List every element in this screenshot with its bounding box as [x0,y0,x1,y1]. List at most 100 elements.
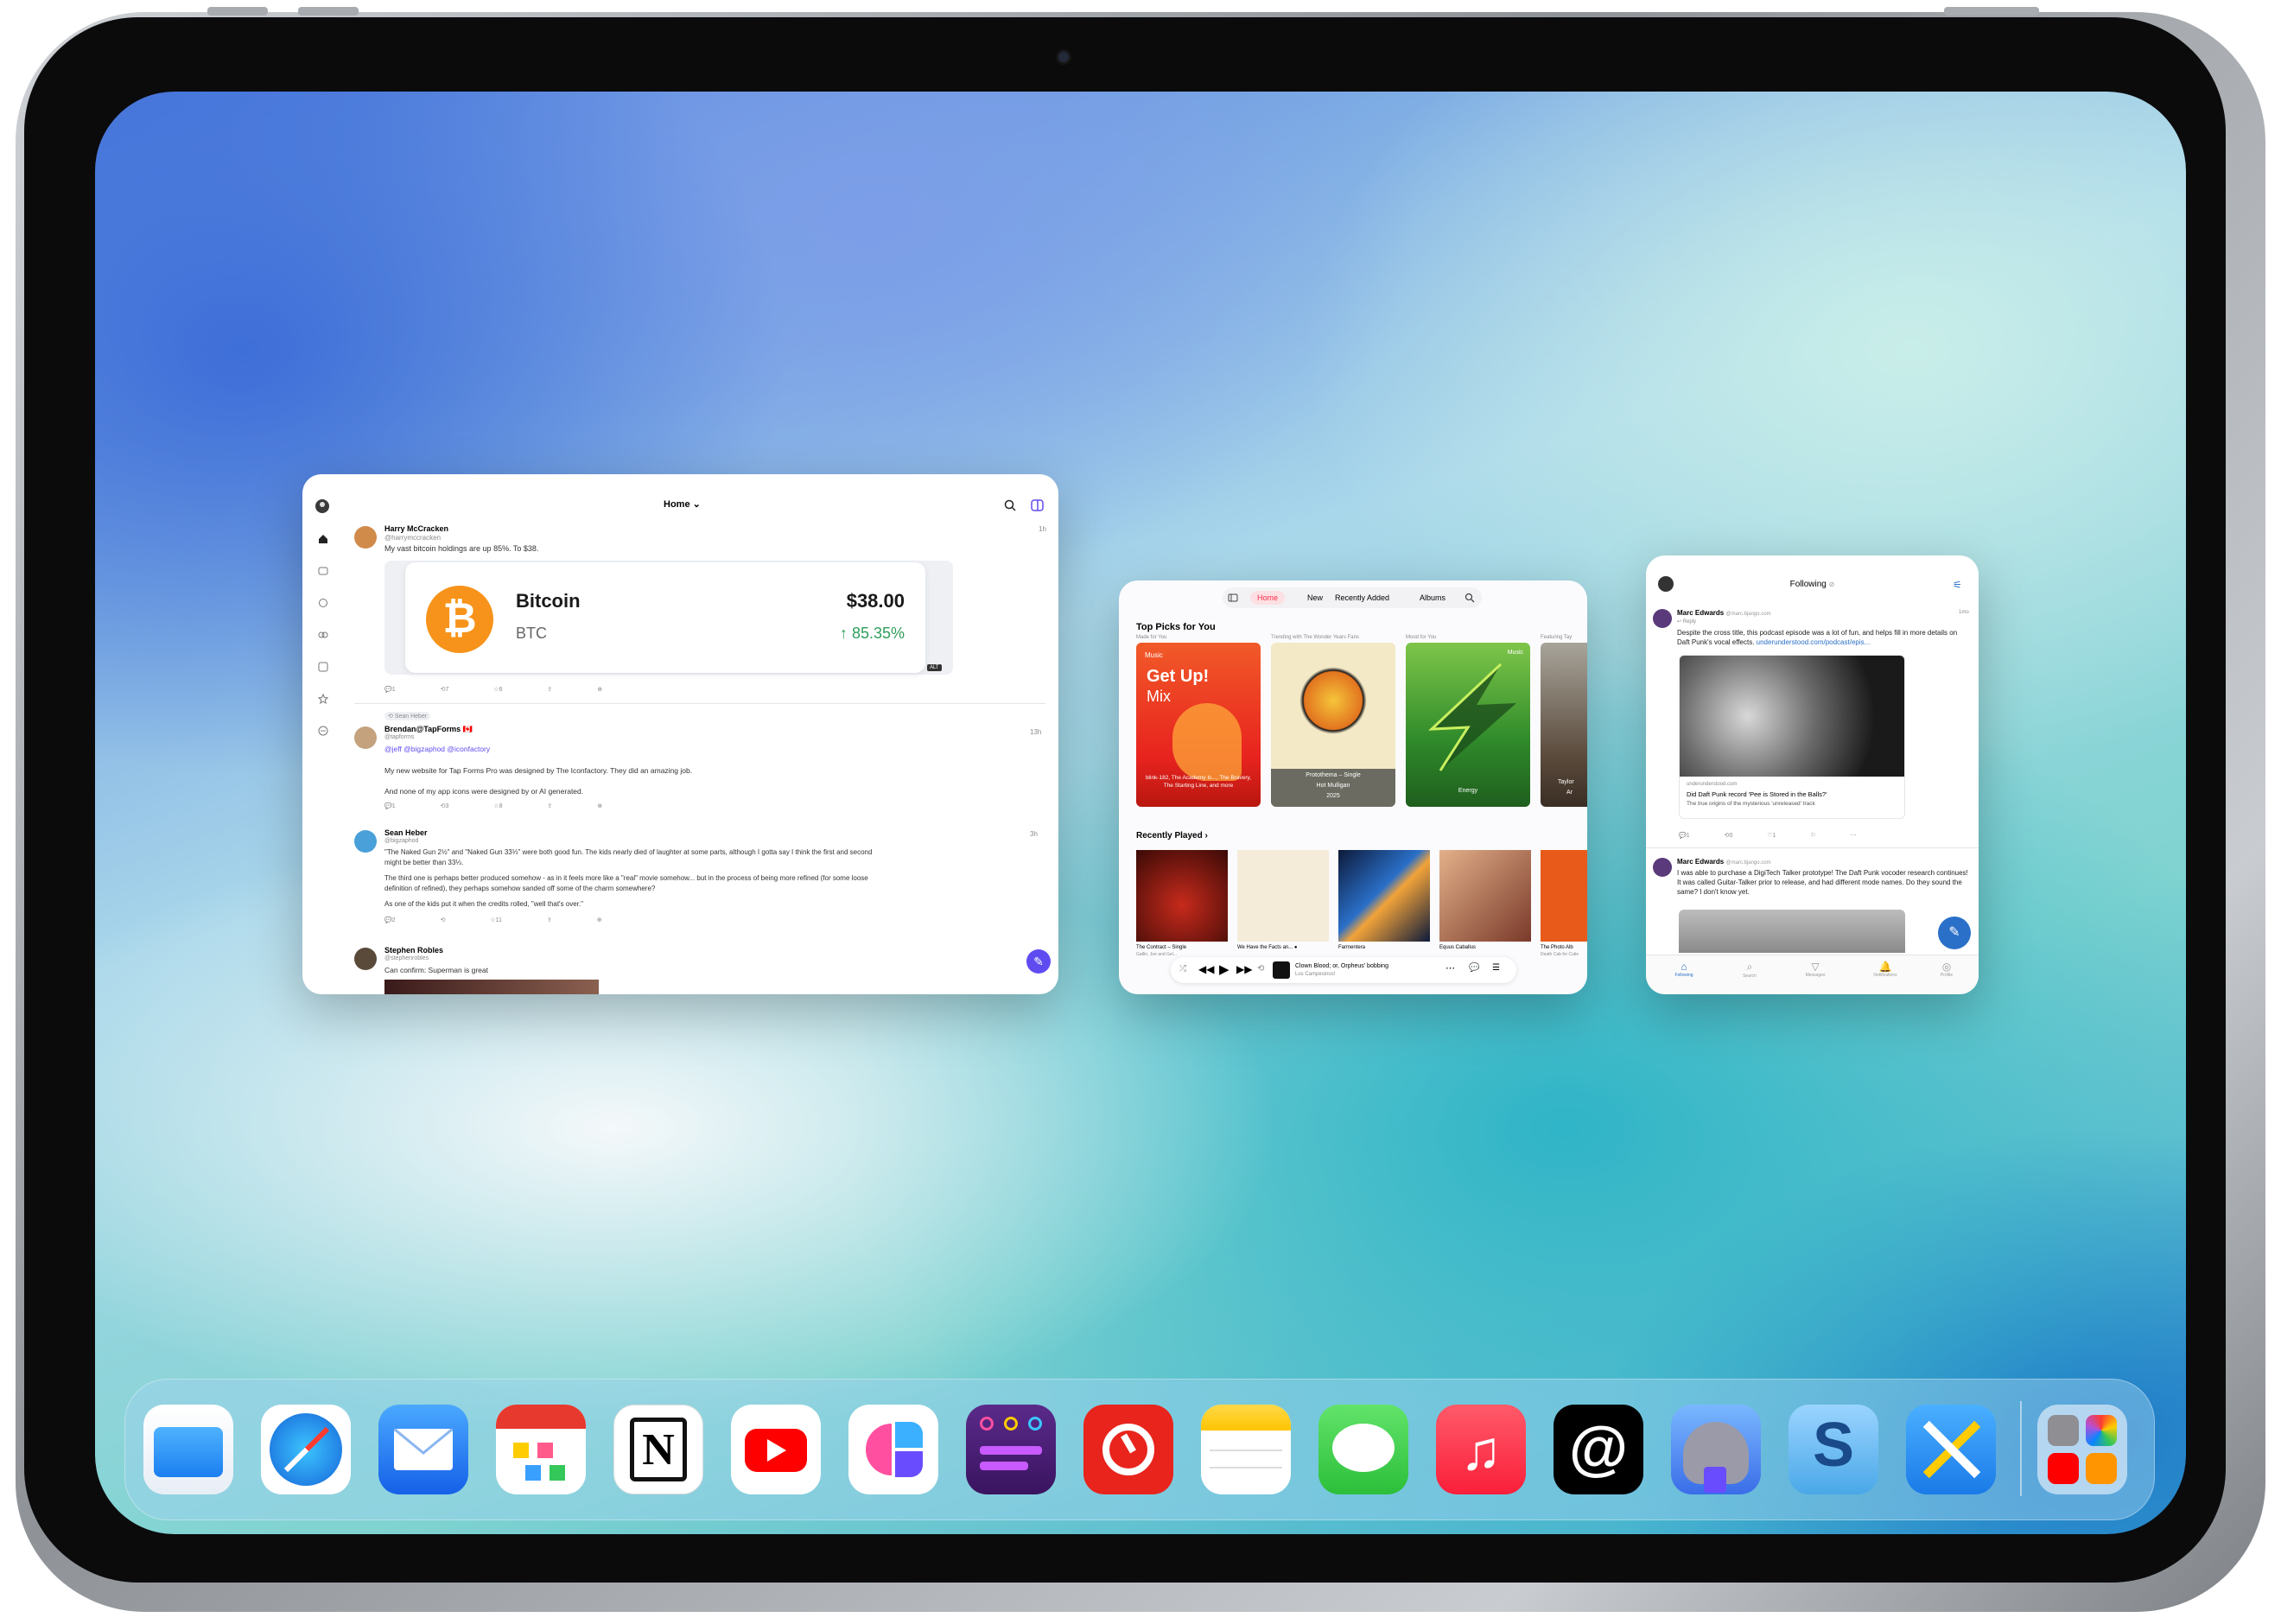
album-art[interactable] [1541,850,1587,942]
play-icon[interactable]: ▶ [1219,961,1229,977]
filter-icon[interactable]: ⚟ [1953,579,1962,591]
tab-home[interactable]: Home [1250,591,1286,605]
post-text: Can confirm: Superman is great [384,966,488,974]
media-attachment[interactable] [384,980,599,994]
media-attachment[interactable]: ₿ Bitcoin BTC $38.00 ↑ 85.35% ALT [384,561,953,675]
search-icon[interactable] [1004,499,1016,511]
recently-played-link[interactable]: Recently Played › [1136,831,1208,841]
next-icon[interactable]: ▶▶ [1236,963,1252,975]
tab-following[interactable]: ⌂ Following [1667,961,1701,978]
album-art[interactable] [1439,850,1531,942]
post-text: I was able to purchase a DigiTech Talker… [1677,869,1968,896]
lyrics-icon[interactable]: 💬 [1469,963,1479,973]
lists-icon[interactable] [318,662,328,672]
tab-recently-added[interactable]: Recently Added [1335,593,1389,602]
tab-profile[interactable]: ◎ Profile [1929,961,1964,978]
previous-icon[interactable]: ◀◀ [1198,963,1214,975]
favorites-icon[interactable] [317,693,329,705]
tab-messages[interactable]: ▽ Messages [1798,961,1833,978]
tab-search[interactable]: ⌕ Search [1732,961,1767,979]
notion-app-icon[interactable]: N [613,1405,703,1494]
avatar[interactable] [354,726,377,749]
post-actions[interactable]: 💬2 ⟲ ☆11 ⇪ ⊕ [384,917,602,923]
shuffle-icon[interactable]: ⤮ [1179,964,1186,974]
album-artist: Hot Mulligan [1316,783,1350,789]
avatar[interactable] [354,830,377,853]
link-preview-card[interactable]: underunderstood.com Did Daft Punk record… [1679,655,1905,819]
fantastical-app-icon[interactable] [496,1405,586,1494]
home-icon[interactable] [318,534,328,544]
toolbox-app-icon[interactable] [1906,1405,1996,1494]
media-attachment[interactable] [1679,910,1905,953]
mini-player[interactable]: ⤮ ◀◀ ▶ ▶▶ ⟲ Clown Blood; or, Orpheus' bo… [1171,957,1516,983]
ivory-window[interactable]: Following ⊘ ⚟ Marc Edwards @marc.bjango.… [1646,555,1979,994]
notes-app-icon[interactable] [1201,1405,1291,1494]
post-actions[interactable]: 💬1 ⟲7 ☆6 ⇪ ⊕ [384,686,602,693]
more-icon[interactable]: ⋯ [1445,962,1455,974]
search-icon[interactable] [1465,593,1475,603]
queue-icon[interactable]: ☰ [1492,963,1500,973]
repeat-icon[interactable]: ⟲ [1257,964,1264,974]
post-actions[interactable]: 💬1 ⟲3 ☆8 ⇪ ⊕ [384,802,602,809]
avatar[interactable] [1653,858,1672,877]
mastodon-app-icon[interactable] [1671,1405,1761,1494]
volume-button [207,7,268,16]
post-mentions[interactable]: @jeff @bigzaphod @iconfactory [384,745,490,753]
album-art[interactable] [1338,850,1430,942]
album-art[interactable] [1136,850,1228,942]
author-name[interactable]: Harry McCracken [384,524,448,533]
compose-button[interactable]: ✎ [1026,949,1051,974]
author-name[interactable]: Brendan@TapForms 🇨🇦 [384,725,473,734]
energy-card[interactable]: Music Energy [1406,643,1530,807]
album-caption: Taylor [1558,779,1574,785]
youtube-app-icon[interactable] [731,1405,821,1494]
author-handle: @harrymccracken [384,534,442,542]
home-screen: Home ⌄ Harry McCracken @harrymccracken 1… [95,92,2186,1534]
messages-app-icon[interactable] [1318,1405,1408,1494]
files-app-icon[interactable] [143,1405,233,1494]
music-window[interactable]: Home New Recently Added Albums Top Picks… [1119,580,1587,994]
album-title: The Contract – Single [1136,945,1187,950]
timeline-title[interactable]: Following ⊘ [1646,580,1979,589]
card-subtitle: Featuring Tay [1541,635,1573,640]
tab-albums[interactable]: Albums [1420,593,1445,602]
alt-badge[interactable]: ALT [927,664,942,671]
sidebar-icon[interactable] [1228,593,1238,603]
explore-icon[interactable] [318,630,328,640]
mix-card[interactable]: Music Get Up! Mix blink-182, The Academy… [1136,643,1261,807]
author-name[interactable]: Stephen Robles [384,946,443,955]
author-name[interactable]: Marc Edwards @marc.bjango.com [1677,609,1771,617]
nav-title[interactable]: Home ⌄ [664,498,701,510]
music-app-icon[interactable]: ♫ [1436,1405,1526,1494]
more-icon[interactable] [318,726,328,736]
timery-app-icon[interactable] [1083,1405,1173,1494]
album-card[interactable]: Taylor Ar [1541,643,1587,807]
app-library-icon[interactable] [2037,1405,2127,1494]
mentions-icon[interactable] [318,598,328,608]
now-playing-art [1273,961,1290,979]
author-name[interactable]: Marc Edwards @marc.bjango.com [1677,858,1771,866]
bitcoin-card: ₿ Bitcoin BTC $38.00 ↑ 85.35% [405,562,925,673]
album-art[interactable] [1237,850,1329,942]
section-title[interactable]: Top Picks for You [1136,622,1216,632]
post-actions[interactable]: 💬1 ⟲0 ♡1 ⚐ ⋯ [1679,832,1857,839]
avatar[interactable] [354,948,377,970]
tab-new[interactable]: New [1307,593,1323,602]
author-name[interactable]: Sean Heber [384,828,428,837]
avatar[interactable] [315,498,330,514]
album-card[interactable]: Protothema – Single Hot Mulligan 2025 [1271,643,1395,807]
mastodon-window[interactable]: Home ⌄ Harry McCracken @harrymccracken 1… [302,474,1058,994]
compose-button[interactable]: ✎ [1938,917,1971,949]
avatar[interactable] [354,526,377,549]
album-title: Equus Caballus [1439,945,1477,950]
tab-notifications[interactable]: 🔔 Notifications [1864,961,1907,978]
taio-app-icon[interactable] [966,1405,1056,1494]
scrobbles-app-icon[interactable]: S [1789,1405,1878,1494]
inbox-icon[interactable] [318,566,328,576]
threads-app-icon[interactable]: @ [1553,1405,1643,1494]
avatar[interactable] [1653,609,1672,628]
craft-app-icon[interactable] [848,1405,938,1494]
mail-app-icon[interactable] [378,1405,468,1494]
safari-app-icon[interactable] [261,1405,351,1494]
sidebar-toggle-icon[interactable] [1031,498,1045,512]
